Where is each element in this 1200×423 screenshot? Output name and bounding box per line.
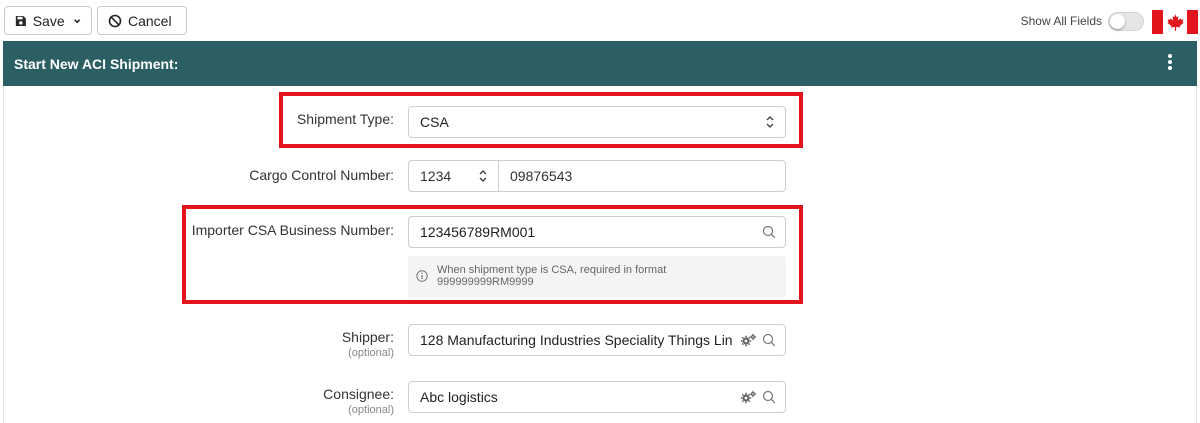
cargo-control-prefix-select[interactable]: 1234 (408, 160, 498, 192)
shipper-input[interactable]: 128 Manufacturing Industries Speciality … (408, 324, 786, 356)
cargo-control-number-value: 09876543 (510, 168, 573, 184)
save-button[interactable]: Save (4, 6, 92, 35)
toggle-knob (1110, 14, 1125, 29)
prohibit-icon (108, 14, 122, 27)
shipper-optional: (optional) (348, 347, 394, 359)
cargo-control-number-label: Cargo Control Number: (249, 167, 394, 183)
show-all-fields-label: Show All Fields (1020, 14, 1102, 28)
search-icon[interactable] (762, 390, 776, 404)
canada-flag-icon (1152, 10, 1198, 34)
show-all-fields-toggle[interactable] (1108, 12, 1144, 31)
kebab-menu-icon[interactable] (1167, 54, 1173, 72)
highlight-box-shipment-type (279, 92, 803, 148)
cancel-button[interactable]: Cancel (97, 6, 187, 35)
gears-icon[interactable] (740, 390, 757, 404)
consignee-input[interactable]: Abc logistics (408, 381, 786, 413)
chevron-down-icon (73, 18, 80, 23)
save-label: Save (32, 12, 65, 29)
cargo-control-number-input[interactable]: 09876543 (498, 160, 786, 192)
cancel-label: Cancel (128, 12, 172, 29)
shipper-value: 128 Manufacturing Industries Speciality … (420, 332, 733, 348)
updown-chevron-icon (479, 170, 487, 182)
form-header: Start New ACI Shipment: (3, 41, 1197, 86)
consignee-label: Consignee: (323, 386, 394, 402)
cargo-control-prefix-value: 1234 (420, 168, 452, 184)
consignee-value: Abc logistics (420, 389, 498, 405)
toolbar: Save Cancel Show All Fields (0, 0, 1200, 41)
consignee-optional: (optional) (348, 404, 394, 416)
shipper-label: Shipper: (341, 329, 394, 345)
search-icon[interactable] (762, 333, 776, 347)
page-title: Start New ACI Shipment: (14, 56, 179, 72)
highlight-box-importer-csa (182, 205, 803, 304)
floppy-disk-icon (15, 15, 26, 26)
gears-icon[interactable] (740, 333, 757, 347)
